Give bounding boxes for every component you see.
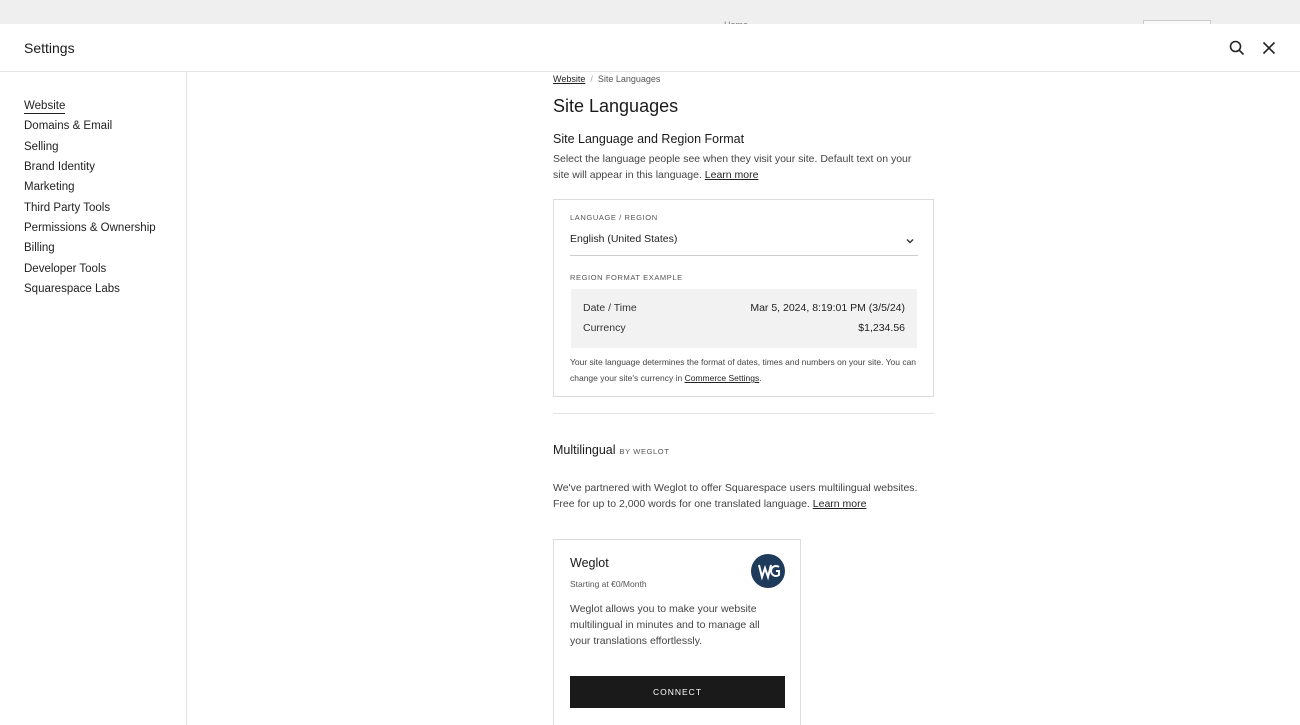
currency-label: Currency bbox=[583, 322, 626, 334]
connect-button[interactable]: Connect bbox=[570, 676, 785, 708]
multilingual-heading: Multilingual by Weglot bbox=[553, 443, 669, 457]
search-icon[interactable] bbox=[1228, 39, 1246, 57]
sidebar-item-domains-email[interactable]: Domains & Email bbox=[24, 120, 112, 132]
sidebar-item-developer-tools[interactable]: Developer Tools bbox=[24, 263, 106, 275]
learn-more-link[interactable]: Learn more bbox=[705, 169, 759, 181]
format-note: Your site language determines the format… bbox=[570, 357, 917, 383]
settings-sidebar: Website Domains & Email Selling Brand Id… bbox=[0, 72, 187, 725]
chevron-down-icon bbox=[904, 234, 916, 246]
sidebar-item-brand-identity[interactable]: Brand Identity bbox=[24, 161, 95, 173]
region-format-example: Date / Time Mar 5, 2024, 8:19:01 PM (3/5… bbox=[571, 289, 917, 348]
multilingual-title: Multilingual bbox=[553, 443, 616, 457]
weglot-price: Starting at €0/Month bbox=[570, 579, 647, 589]
weglot-card: Weglot Starting at €0/Month Weglot allow… bbox=[553, 539, 801, 725]
settings-header: Settings bbox=[0, 24, 1300, 72]
breadcrumb-current: Site Languages bbox=[597, 74, 661, 84]
weglot-logo-icon bbox=[751, 554, 785, 588]
multilingual-by-weglot: by Weglot bbox=[619, 447, 670, 456]
datetime-label: Date / Time bbox=[583, 302, 637, 314]
page-title: Site Languages bbox=[553, 96, 679, 116]
sidebar-item-squarespace-labs[interactable]: Squarespace Labs bbox=[24, 283, 120, 295]
language-region-select[interactable]: English (United States) bbox=[570, 226, 918, 256]
multilingual-description: We've partnered with Weglot to offer Squ… bbox=[553, 482, 918, 510]
weglot-name: Weglot bbox=[570, 556, 609, 570]
language-region-label: Language / Region bbox=[570, 213, 658, 222]
commerce-settings-link[interactable]: Commerce Settings bbox=[685, 373, 760, 383]
sidebar-item-marketing[interactable]: Marketing bbox=[24, 181, 75, 193]
language-description: Select the language people see when they… bbox=[553, 153, 912, 181]
breadcrumb-website-link[interactable]: Website bbox=[553, 74, 585, 84]
sidebar-item-permissions-ownership[interactable]: Permissions & Ownership bbox=[24, 222, 156, 234]
sidebar-item-billing[interactable]: Billing bbox=[24, 242, 55, 254]
settings-panel: Settings Website Domains & Email Selling… bbox=[0, 24, 1300, 725]
section-title: Site Language and Region Format bbox=[553, 132, 745, 146]
sidebar-item-third-party-tools[interactable]: Third Party Tools bbox=[24, 202, 110, 214]
language-region-value: English (United States) bbox=[570, 233, 678, 245]
panel-title: Settings bbox=[24, 40, 75, 56]
editor-background bbox=[0, 0, 1300, 24]
breadcrumb-separator: / bbox=[590, 74, 593, 84]
weglot-description: Weglot allows you to make your website m… bbox=[570, 603, 760, 647]
close-icon[interactable] bbox=[1260, 39, 1278, 57]
sidebar-item-website[interactable]: Website bbox=[24, 100, 66, 114]
currency-value: $1,234.56 bbox=[858, 322, 905, 334]
datetime-value: Mar 5, 2024, 8:19:01 PM (3/5/24) bbox=[750, 302, 905, 314]
multilingual-learn-more-link[interactable]: Learn more bbox=[813, 498, 867, 510]
region-format-example-label: Region Format Example bbox=[570, 273, 683, 282]
language-region-card: Language / Region English (United States… bbox=[553, 199, 934, 397]
breadcrumb: Website / Site Languages bbox=[553, 74, 660, 84]
sidebar-item-selling[interactable]: Selling bbox=[24, 141, 59, 153]
section-divider bbox=[553, 413, 934, 414]
